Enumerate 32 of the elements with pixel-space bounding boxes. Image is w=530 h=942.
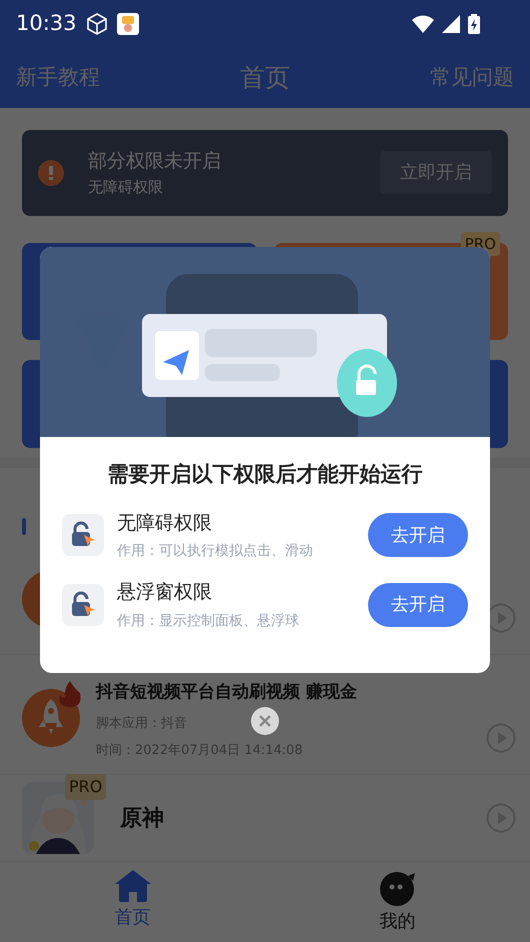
wifi-icon	[412, 15, 434, 33]
permission-name: 悬浮窗权限	[117, 580, 213, 605]
script-item[interactable]: PRO 原神	[0, 775, 530, 862]
section-marker	[22, 518, 26, 536]
pro-badge: PRO	[65, 774, 106, 800]
nav-tab[interactable]: 我的	[265, 862, 530, 942]
dialog-title: 需要开启以下权限后才能开始运行	[106, 461, 424, 488]
script-title: 抖音短视频平台自动刷视频 赚现金	[96, 681, 357, 704]
signal-icon	[442, 15, 460, 33]
close-icon[interactable]	[251, 707, 279, 735]
status-time: 10:33	[16, 10, 77, 38]
home-icon	[114, 870, 150, 902]
warning-icon	[38, 160, 64, 186]
permission-name: 无障碍权限	[117, 510, 213, 536]
enable-button[interactable]: 去开启	[368, 513, 468, 558]
unlock-icon	[62, 514, 104, 556]
banner-subtitle: 无障碍权限	[88, 176, 164, 198]
flame-icon	[58, 681, 82, 708]
script-title: 原神	[120, 804, 164, 833]
faq-link[interactable]: 常见问题	[430, 62, 514, 94]
battery-icon	[468, 14, 480, 34]
cube-icon	[84, 12, 109, 36]
unlock-icon	[62, 584, 104, 626]
banner-title: 部分权限未开启	[88, 149, 222, 174]
app-notification-icon	[116, 13, 139, 35]
enable-button[interactable]: 去开启	[368, 582, 468, 627]
page-title: 首页	[240, 62, 290, 94]
tutorial-link[interactable]: 新手教程	[16, 62, 100, 94]
permission-description: 作用：显示控制面板、悬浮球	[117, 612, 300, 630]
face-icon	[380, 870, 416, 906]
nav-tab[interactable]: 首页	[0, 862, 265, 942]
permission-description: 作用：可以执行模拟点击、滑动	[117, 542, 314, 561]
